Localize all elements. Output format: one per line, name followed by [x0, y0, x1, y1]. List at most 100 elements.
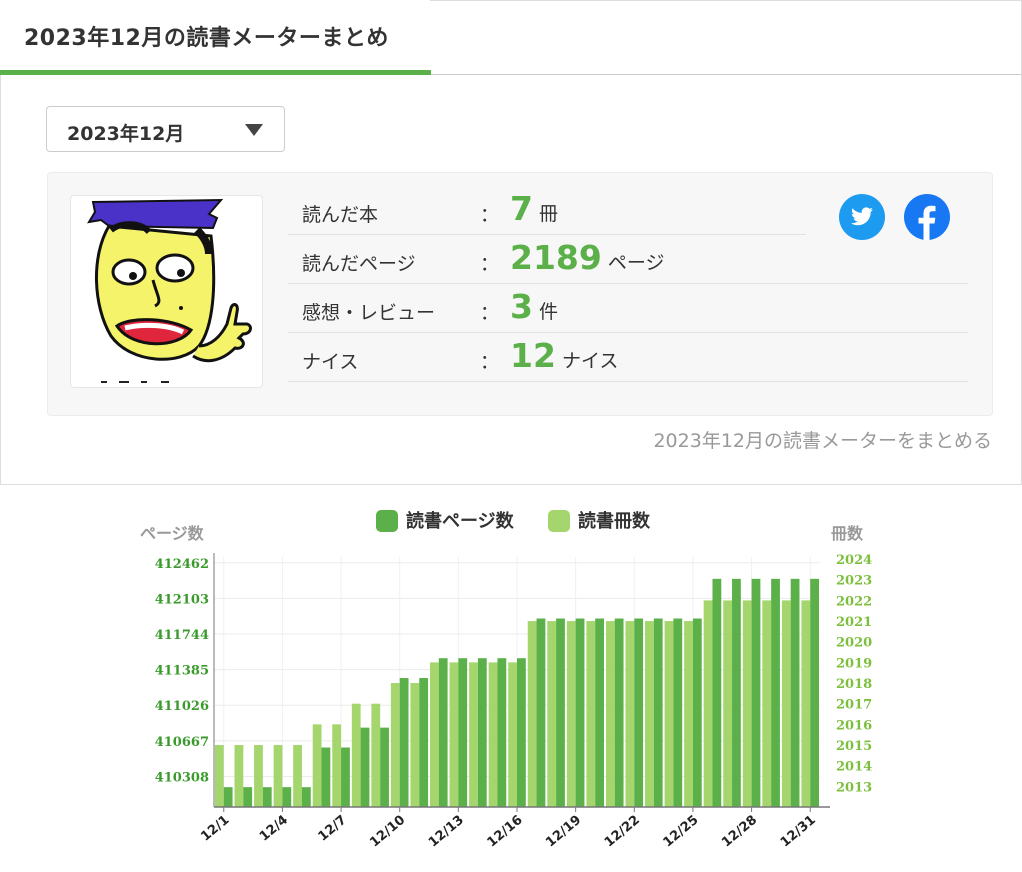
bar-books[interactable]: [371, 703, 381, 807]
twitter-share-button[interactable]: [839, 194, 885, 240]
bar-pages[interactable]: [458, 658, 468, 807]
bar-pages[interactable]: [438, 658, 448, 807]
bar-pages[interactable]: [556, 618, 565, 807]
y-right-tick: 2022: [836, 594, 872, 609]
bar-pages[interactable]: [751, 578, 761, 807]
bar-pages[interactable]: [282, 787, 292, 807]
bar-books[interactable]: [488, 662, 498, 807]
bar-books[interactable]: [469, 662, 478, 807]
legend-label-books: 読書冊数: [578, 510, 651, 532]
bar-books[interactable]: [645, 621, 654, 807]
stat-value-reviews[interactable]: 3件: [510, 287, 558, 326]
chevron-down-icon: [245, 124, 263, 136]
bar-pages[interactable]: [712, 578, 722, 807]
y-right-tick-labels: 2024 2023 2022 2021 2020 2019 2018 2017 2016 2015…: [836, 553, 872, 795]
x-tick-label: 12/1: [198, 813, 232, 845]
page-title: 2023年12月の読書メーターまとめ: [24, 26, 389, 51]
y-left-tick: 411026: [155, 699, 209, 714]
twitter-icon: [851, 207, 873, 226]
bar-books[interactable]: [703, 600, 713, 807]
chart-legend: 読書ページ数 読書冊数: [376, 510, 651, 532]
legend-label-pages: 読書ページ数: [406, 510, 515, 532]
books-count: 7: [510, 189, 533, 228]
facebook-share-button[interactable]: [904, 194, 950, 240]
bar-pages[interactable]: [321, 747, 331, 807]
bar-books[interactable]: [586, 621, 596, 807]
bar-pages[interactable]: [614, 618, 624, 807]
bar-books[interactable]: [430, 662, 439, 807]
bar-books[interactable]: [312, 724, 322, 807]
x-tick-label: 12/10: [367, 813, 408, 851]
x-tick-label: 12/4: [257, 813, 291, 845]
stat-divider: [288, 283, 968, 284]
bar-pages[interactable]: [634, 618, 644, 807]
frame-border-top: [430, 0, 1022, 1]
stat-row-pages: 読んだページ ： 2189 ページ: [288, 236, 968, 284]
bar-books[interactable]: [332, 724, 342, 807]
bar-pages[interactable]: [517, 658, 526, 807]
bar-books[interactable]: [566, 621, 576, 807]
bar-books[interactable]: [234, 745, 244, 807]
bar-pages[interactable]: [732, 578, 741, 807]
bar-pages[interactable]: [536, 618, 546, 807]
month-select[interactable]: 2023年12月: [46, 106, 285, 152]
bar-books[interactable]: [390, 683, 400, 807]
bar-books[interactable]: [214, 745, 224, 807]
bar-pages[interactable]: [419, 678, 429, 807]
summarize-month-link[interactable]: 2023年12月の読書メーターをまとめる: [600, 426, 992, 453]
bar-pages[interactable]: [243, 787, 253, 807]
bar-pages[interactable]: [380, 727, 389, 807]
y-left-tick: 410308: [155, 770, 209, 785]
bar-pages[interactable]: [790, 578, 800, 807]
bar-pages[interactable]: [360, 727, 370, 807]
bar-books[interactable]: [351, 703, 361, 807]
bar-pages[interactable]: [262, 787, 272, 807]
y-right-tick: 2018: [836, 677, 872, 692]
bar-books[interactable]: [723, 600, 733, 807]
y-right-tick: 2017: [836, 698, 872, 713]
stat-divider: [288, 234, 806, 235]
y-left-tick: 411744: [155, 628, 209, 643]
bar-books[interactable]: [781, 600, 791, 807]
pages-count: 2189: [510, 238, 602, 277]
bar-books[interactable]: [293, 745, 302, 807]
bar-books[interactable]: [547, 621, 557, 807]
bar-pages[interactable]: [575, 618, 585, 807]
bar-pages[interactable]: [653, 618, 663, 807]
frame-border-left: [0, 75, 1, 485]
bar-books[interactable]: [684, 621, 693, 807]
bar-books[interactable]: [508, 662, 517, 807]
bar-pages[interactable]: [497, 658, 507, 807]
bar-books[interactable]: [801, 600, 811, 807]
bar-books[interactable]: [605, 621, 615, 807]
x-tick-label: 12/22: [602, 813, 643, 851]
bar-books[interactable]: [762, 600, 772, 807]
bar-pages[interactable]: [477, 658, 487, 807]
bar-books[interactable]: [254, 745, 263, 807]
bar-books[interactable]: [742, 600, 752, 807]
bar-pages[interactable]: [810, 578, 820, 807]
bar-books[interactable]: [527, 621, 537, 807]
stat-value-books[interactable]: 7冊: [510, 189, 558, 228]
bar-books[interactable]: [664, 621, 674, 807]
bar-pages[interactable]: [223, 787, 233, 807]
x-tick-labels: 12/1 12/4 12/7 12/10 12/13 12/16 12/19 12/22 12/…: [198, 807, 819, 850]
stat-row-books: 読んだ本 ： 7冊: [288, 187, 806, 235]
bar-books[interactable]: [410, 683, 420, 807]
y-right-axis-title: 冊数: [831, 524, 864, 543]
bar-pages[interactable]: [399, 678, 409, 807]
bar-pages[interactable]: [595, 618, 604, 807]
header-accent-underline: [0, 70, 431, 75]
bar-pages[interactable]: [673, 618, 683, 807]
bar-books[interactable]: [449, 662, 459, 807]
stat-label-nice: ナイス: [302, 351, 359, 373]
bar-pages[interactable]: [341, 747, 350, 807]
bar-books[interactable]: [273, 745, 283, 807]
stat-row-reviews: 感想・レビュー ： 3件: [288, 285, 968, 333]
y-right-tick: 2014: [836, 760, 872, 775]
x-tick-label: 12/19: [543, 813, 584, 851]
bar-pages[interactable]: [692, 618, 702, 807]
bar-books[interactable]: [625, 621, 635, 807]
bar-pages[interactable]: [771, 578, 780, 807]
bar-pages[interactable]: [301, 787, 311, 807]
